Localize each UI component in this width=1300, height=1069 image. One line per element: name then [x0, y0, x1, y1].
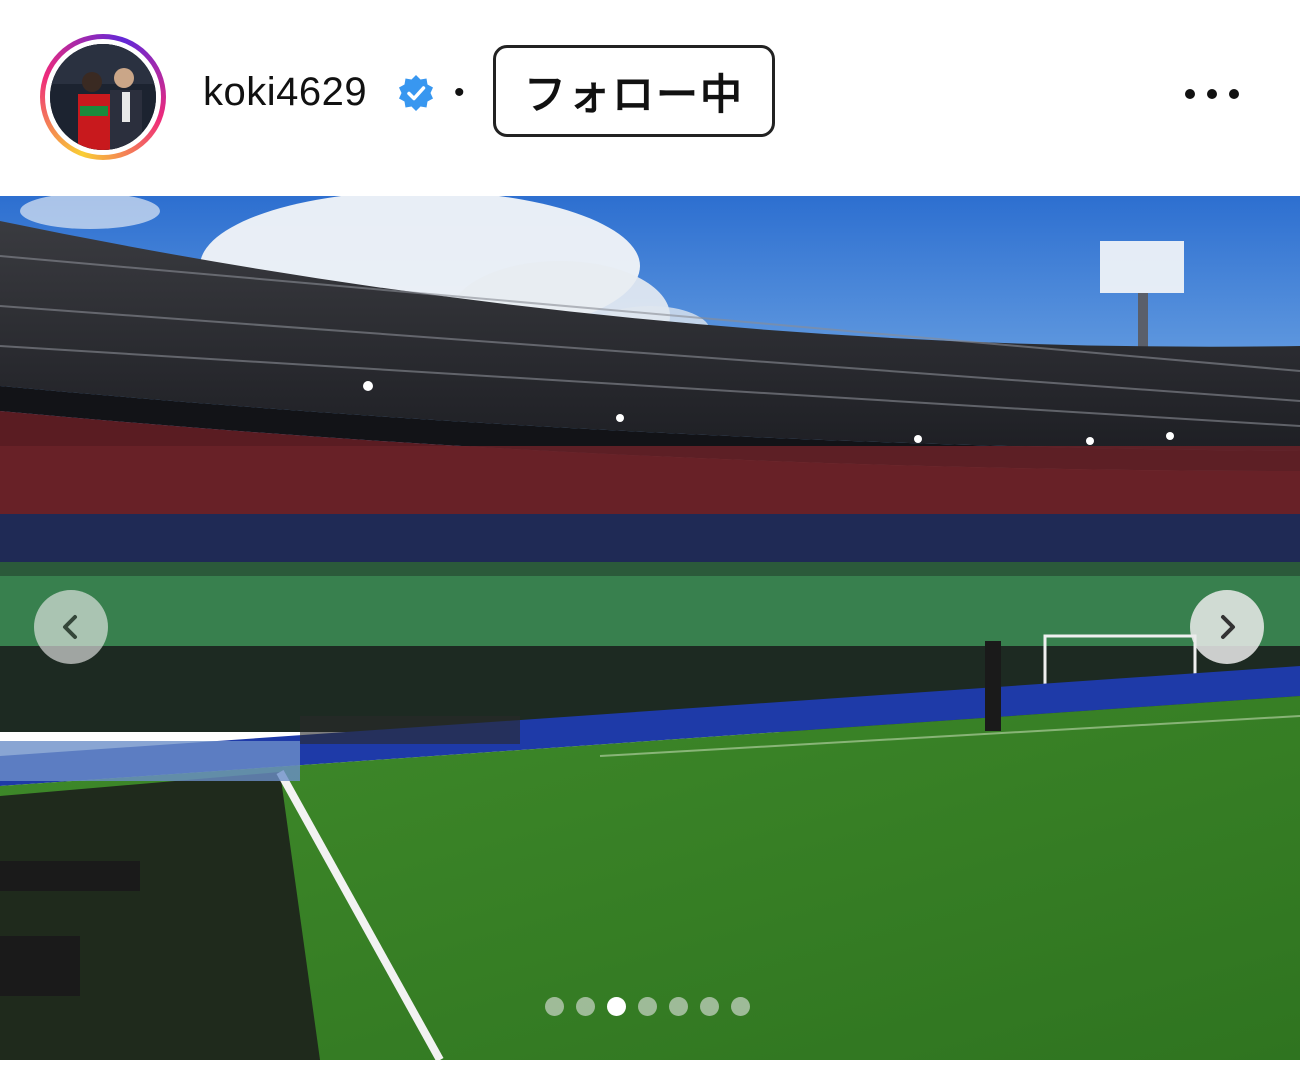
carousel-dot[interactable]	[669, 996, 688, 1016]
avatar[interactable]	[50, 44, 156, 150]
carousel-dot[interactable]	[638, 996, 657, 1016]
carousel-prev-button[interactable]	[34, 590, 108, 664]
story-ring[interactable]	[40, 34, 166, 160]
carousel-next-button[interactable]	[1190, 590, 1264, 664]
carousel-dot[interactable]	[731, 996, 750, 1016]
more-horizontal-icon[interactable]	[1185, 86, 1239, 102]
post-header: koki4629 • フォロー中	[0, 0, 1300, 190]
following-button[interactable]: フォロー中	[493, 45, 775, 137]
carousel-dot[interactable]	[576, 996, 595, 1016]
post-photo[interactable]	[0, 196, 1300, 1060]
username[interactable]: koki4629	[203, 68, 367, 116]
chevron-right-icon	[1221, 615, 1235, 639]
separator-dot: •	[454, 76, 465, 109]
carousel-dot-active[interactable]	[607, 996, 626, 1016]
carousel-dot[interactable]	[700, 996, 719, 1016]
carousel-dot[interactable]	[545, 996, 564, 1016]
chevron-left-icon	[63, 615, 77, 639]
verified-badge-icon	[396, 73, 436, 113]
carousel-indicator	[545, 995, 755, 1017]
